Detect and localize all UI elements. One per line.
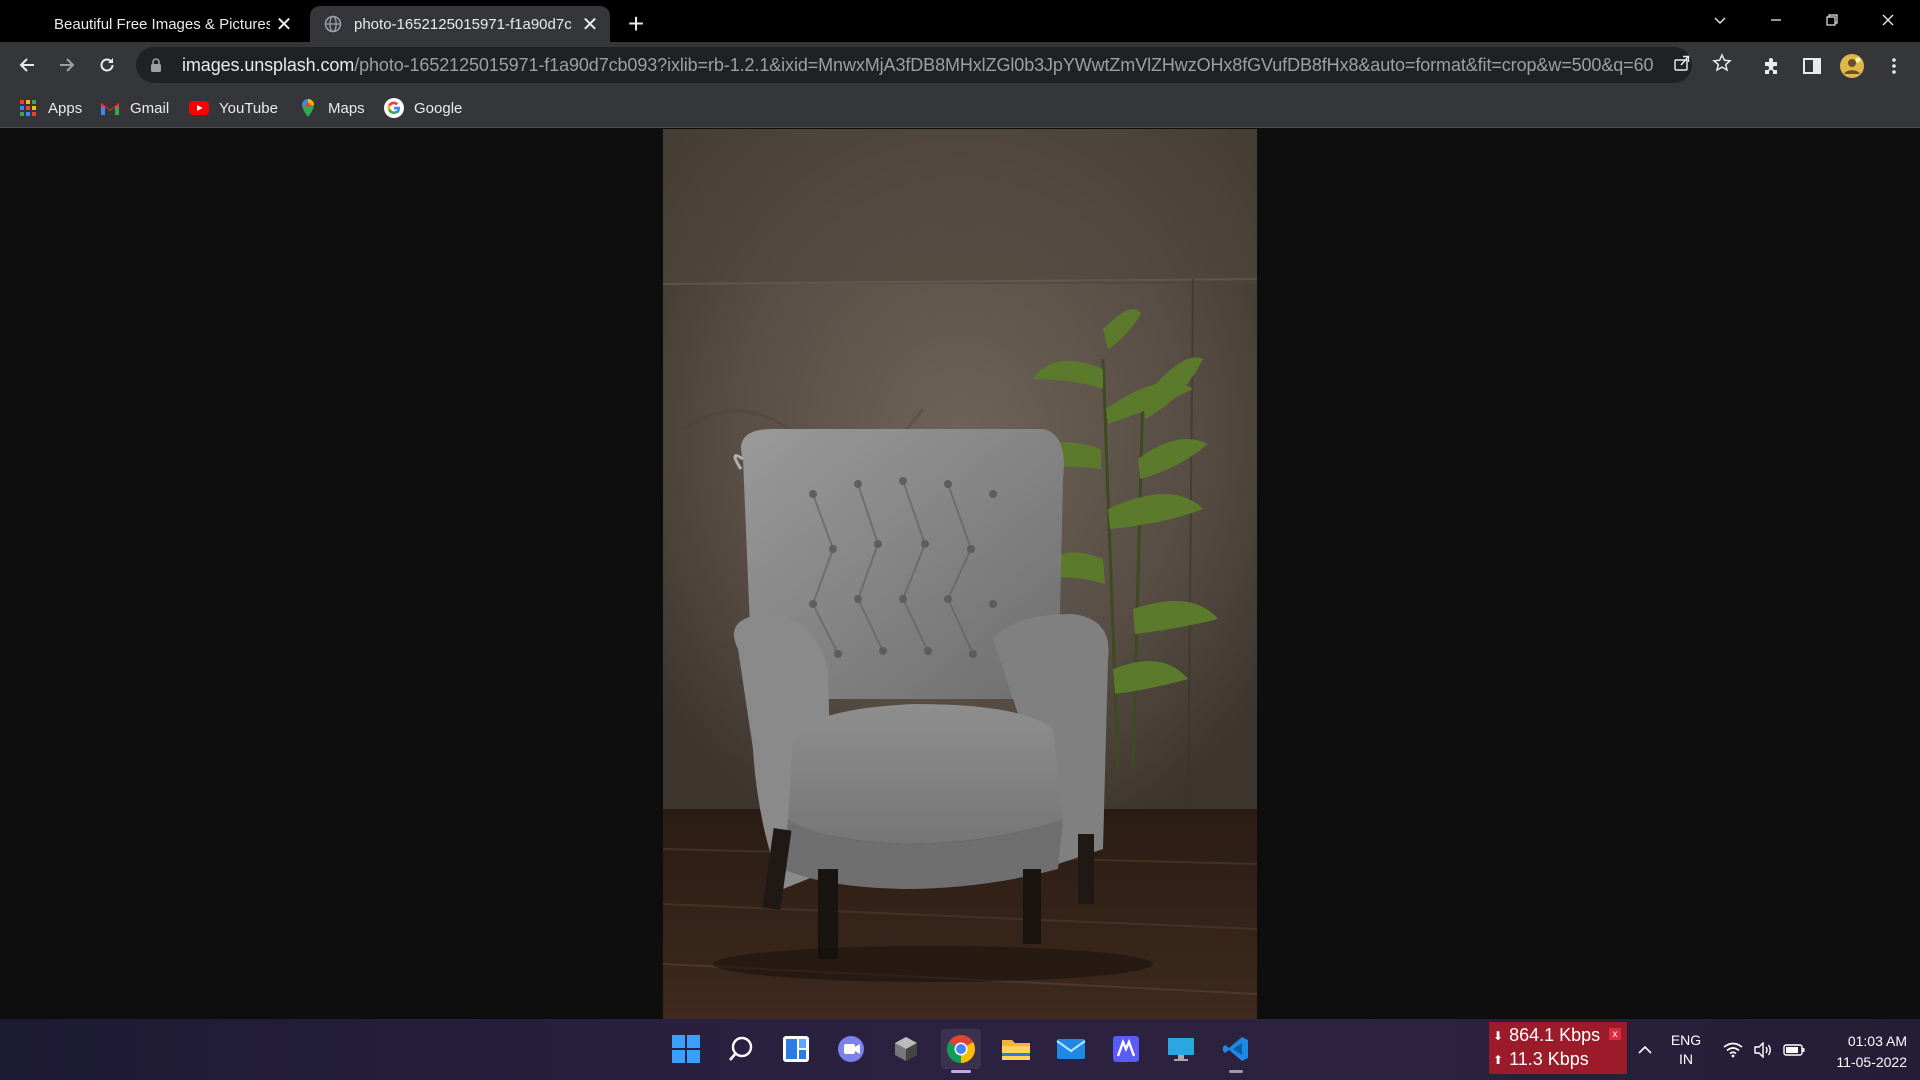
- mail-icon[interactable]: [1051, 1029, 1091, 1069]
- arrow-up-icon: ⬆: [1493, 1052, 1504, 1067]
- tab-photo[interactable]: photo-1652125015971-f1a90d7c ✕: [310, 6, 610, 42]
- photo-image[interactable]: [663, 129, 1257, 1019]
- bookmark-label: Gmail: [130, 99, 170, 117]
- youtube-icon: [189, 98, 209, 118]
- tab-title: photo-1652125015971-f1a90d7c: [354, 15, 572, 33]
- bookmark-maps[interactable]: Maps: [298, 96, 365, 120]
- bookmark-apps[interactable]: Apps: [18, 96, 82, 120]
- close-tab-icon[interactable]: ✕: [576, 10, 604, 38]
- arrow-down-icon: ⬇: [1493, 1028, 1504, 1043]
- network-speed-widget[interactable]: ⬇ 864.1 Kbps ⬆ 11.3 Kbps x: [1489, 1022, 1627, 1074]
- tab-strip: Beautiful Free Images & Pictures ✕ photo…: [0, 0, 1920, 42]
- lock-icon[interactable]: [150, 58, 168, 72]
- remote-desktop-icon[interactable]: [1161, 1029, 1201, 1069]
- url-path: /photo-1652125015971-f1a90d7cb093?ixlib=…: [354, 54, 1654, 75]
- taskbar: ⬇ 864.1 Kbps ⬆ 11.3 Kbps x ENG IN 01:03 AM…: [0, 1019, 1920, 1080]
- teams-chat-icon[interactable]: [831, 1029, 871, 1069]
- menu-icon[interactable]: [1880, 52, 1908, 80]
- language-indicator[interactable]: ENG IN: [1668, 1031, 1704, 1069]
- google-icon: [384, 98, 404, 118]
- system-clock[interactable]: 01:03 AM 11-05-2022: [1815, 1031, 1907, 1073]
- battery-icon[interactable]: [1780, 1019, 1808, 1080]
- apps-grid-icon: [18, 98, 38, 118]
- page-viewport: [0, 129, 1920, 1019]
- chevron-up-icon[interactable]: [1632, 1019, 1658, 1080]
- share-icon[interactable]: [1670, 51, 1694, 75]
- new-tab-button[interactable]: +: [620, 8, 652, 40]
- tab-title: Beautiful Free Images & Pictures: [54, 15, 270, 33]
- chrome-icon[interactable]: [941, 1029, 981, 1073]
- bookmark-youtube[interactable]: YouTube: [189, 96, 278, 120]
- download-speed: 864.1 Kbps: [1509, 1025, 1601, 1045]
- minimize-button[interactable]: [1748, 0, 1804, 40]
- widgets-icon[interactable]: [776, 1029, 816, 1069]
- extensions-icon[interactable]: [1757, 52, 1785, 80]
- bookmark-label: Apps: [48, 99, 83, 117]
- bookmark-label: Google: [414, 99, 463, 117]
- vscode-icon[interactable]: [1216, 1029, 1256, 1073]
- close-window-button[interactable]: [1860, 0, 1916, 40]
- bookmark-label: YouTube: [219, 99, 278, 117]
- profile-avatar[interactable]: [1838, 52, 1866, 80]
- volume-icon[interactable]: [1750, 1019, 1776, 1080]
- reload-button[interactable]: [91, 49, 123, 81]
- tab-search-icon[interactable]: [1692, 0, 1748, 40]
- address-bar[interactable]: images.unsplash.com/photo-1652125015971-…: [136, 47, 1692, 83]
- bookmark-star-icon[interactable]: [1710, 51, 1734, 75]
- maps-pin-icon: [298, 98, 318, 118]
- bookmark-label: Maps: [328, 99, 365, 117]
- upload-speed: 11.3 Kbps: [1509, 1049, 1589, 1069]
- forward-button[interactable]: [51, 49, 83, 81]
- clock-time: 01:03 AM: [1847, 1033, 1907, 1049]
- language-label: ENG: [1670, 1032, 1702, 1048]
- url-host: images.unsplash.com: [182, 54, 355, 75]
- clock-date: 11-05-2022: [1836, 1054, 1907, 1070]
- wifi-icon[interactable]: [1720, 1019, 1746, 1080]
- bookmarks-bar: Apps Gmail YouTube Maps Google: [0, 88, 1920, 128]
- search-icon[interactable]: [721, 1029, 761, 1069]
- bookmark-gmail[interactable]: Gmail: [100, 96, 169, 120]
- gmail-icon: [100, 98, 120, 118]
- bookmark-google[interactable]: Google: [384, 96, 462, 120]
- tab-unsplash[interactable]: Beautiful Free Images & Pictures ✕: [38, 6, 304, 42]
- side-panel-icon[interactable]: [1798, 52, 1826, 80]
- url-text[interactable]: images.unsplash.com/photo-1652125015971-…: [182, 55, 1692, 76]
- browser-toolbar: images.unsplash.com/photo-1652125015971-…: [0, 42, 1920, 88]
- restore-button[interactable]: [1804, 0, 1860, 40]
- start-icon[interactable]: [666, 1029, 706, 1069]
- close-icon[interactable]: x: [1609, 1028, 1621, 1040]
- close-tab-icon[interactable]: ✕: [270, 10, 298, 38]
- back-button[interactable]: [11, 49, 43, 81]
- region-label: IN: [1679, 1051, 1693, 1067]
- editor-icon[interactable]: [1106, 1029, 1146, 1069]
- globe-icon: [324, 15, 342, 33]
- file-explorer-icon[interactable]: [996, 1029, 1036, 1069]
- app-icon[interactable]: [886, 1029, 926, 1069]
